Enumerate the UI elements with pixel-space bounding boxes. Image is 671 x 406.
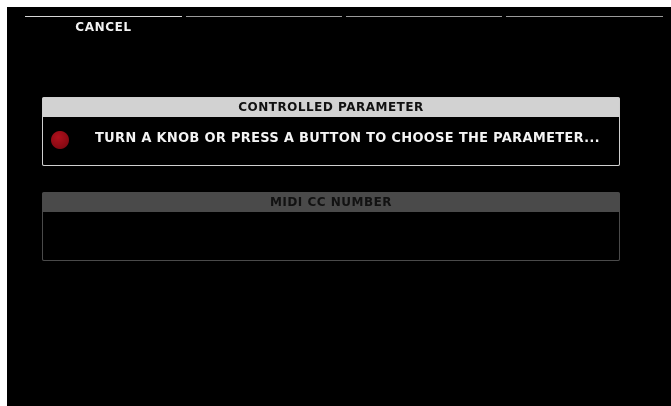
softkey-cancel-label: CANCEL [75,20,132,34]
softkey-2[interactable] [186,16,342,37]
midi-cc-number-value [43,212,619,258]
softkey-cancel[interactable]: CANCEL [25,16,182,37]
record-dot-icon [51,131,69,149]
device-screen: CANCEL CONTROLLED PARAMETER TURN A KNOB … [7,7,671,406]
controlled-parameter-body: TURN A KNOB OR PRESS A BUTTON TO CHOOSE … [43,117,619,163]
controlled-parameter-panel[interactable]: CONTROLLED PARAMETER TURN A KNOB OR PRES… [42,97,620,166]
softkey-3[interactable] [346,16,502,37]
controlled-parameter-title: CONTROLLED PARAMETER [43,98,619,117]
softkey-4[interactable] [506,16,663,37]
controlled-parameter-message: TURN A KNOB OR PRESS A BUTTON TO CHOOSE … [95,131,600,146]
midi-cc-number-panel[interactable]: MIDI CC NUMBER [42,192,620,261]
midi-cc-number-title: MIDI CC NUMBER [43,193,619,212]
